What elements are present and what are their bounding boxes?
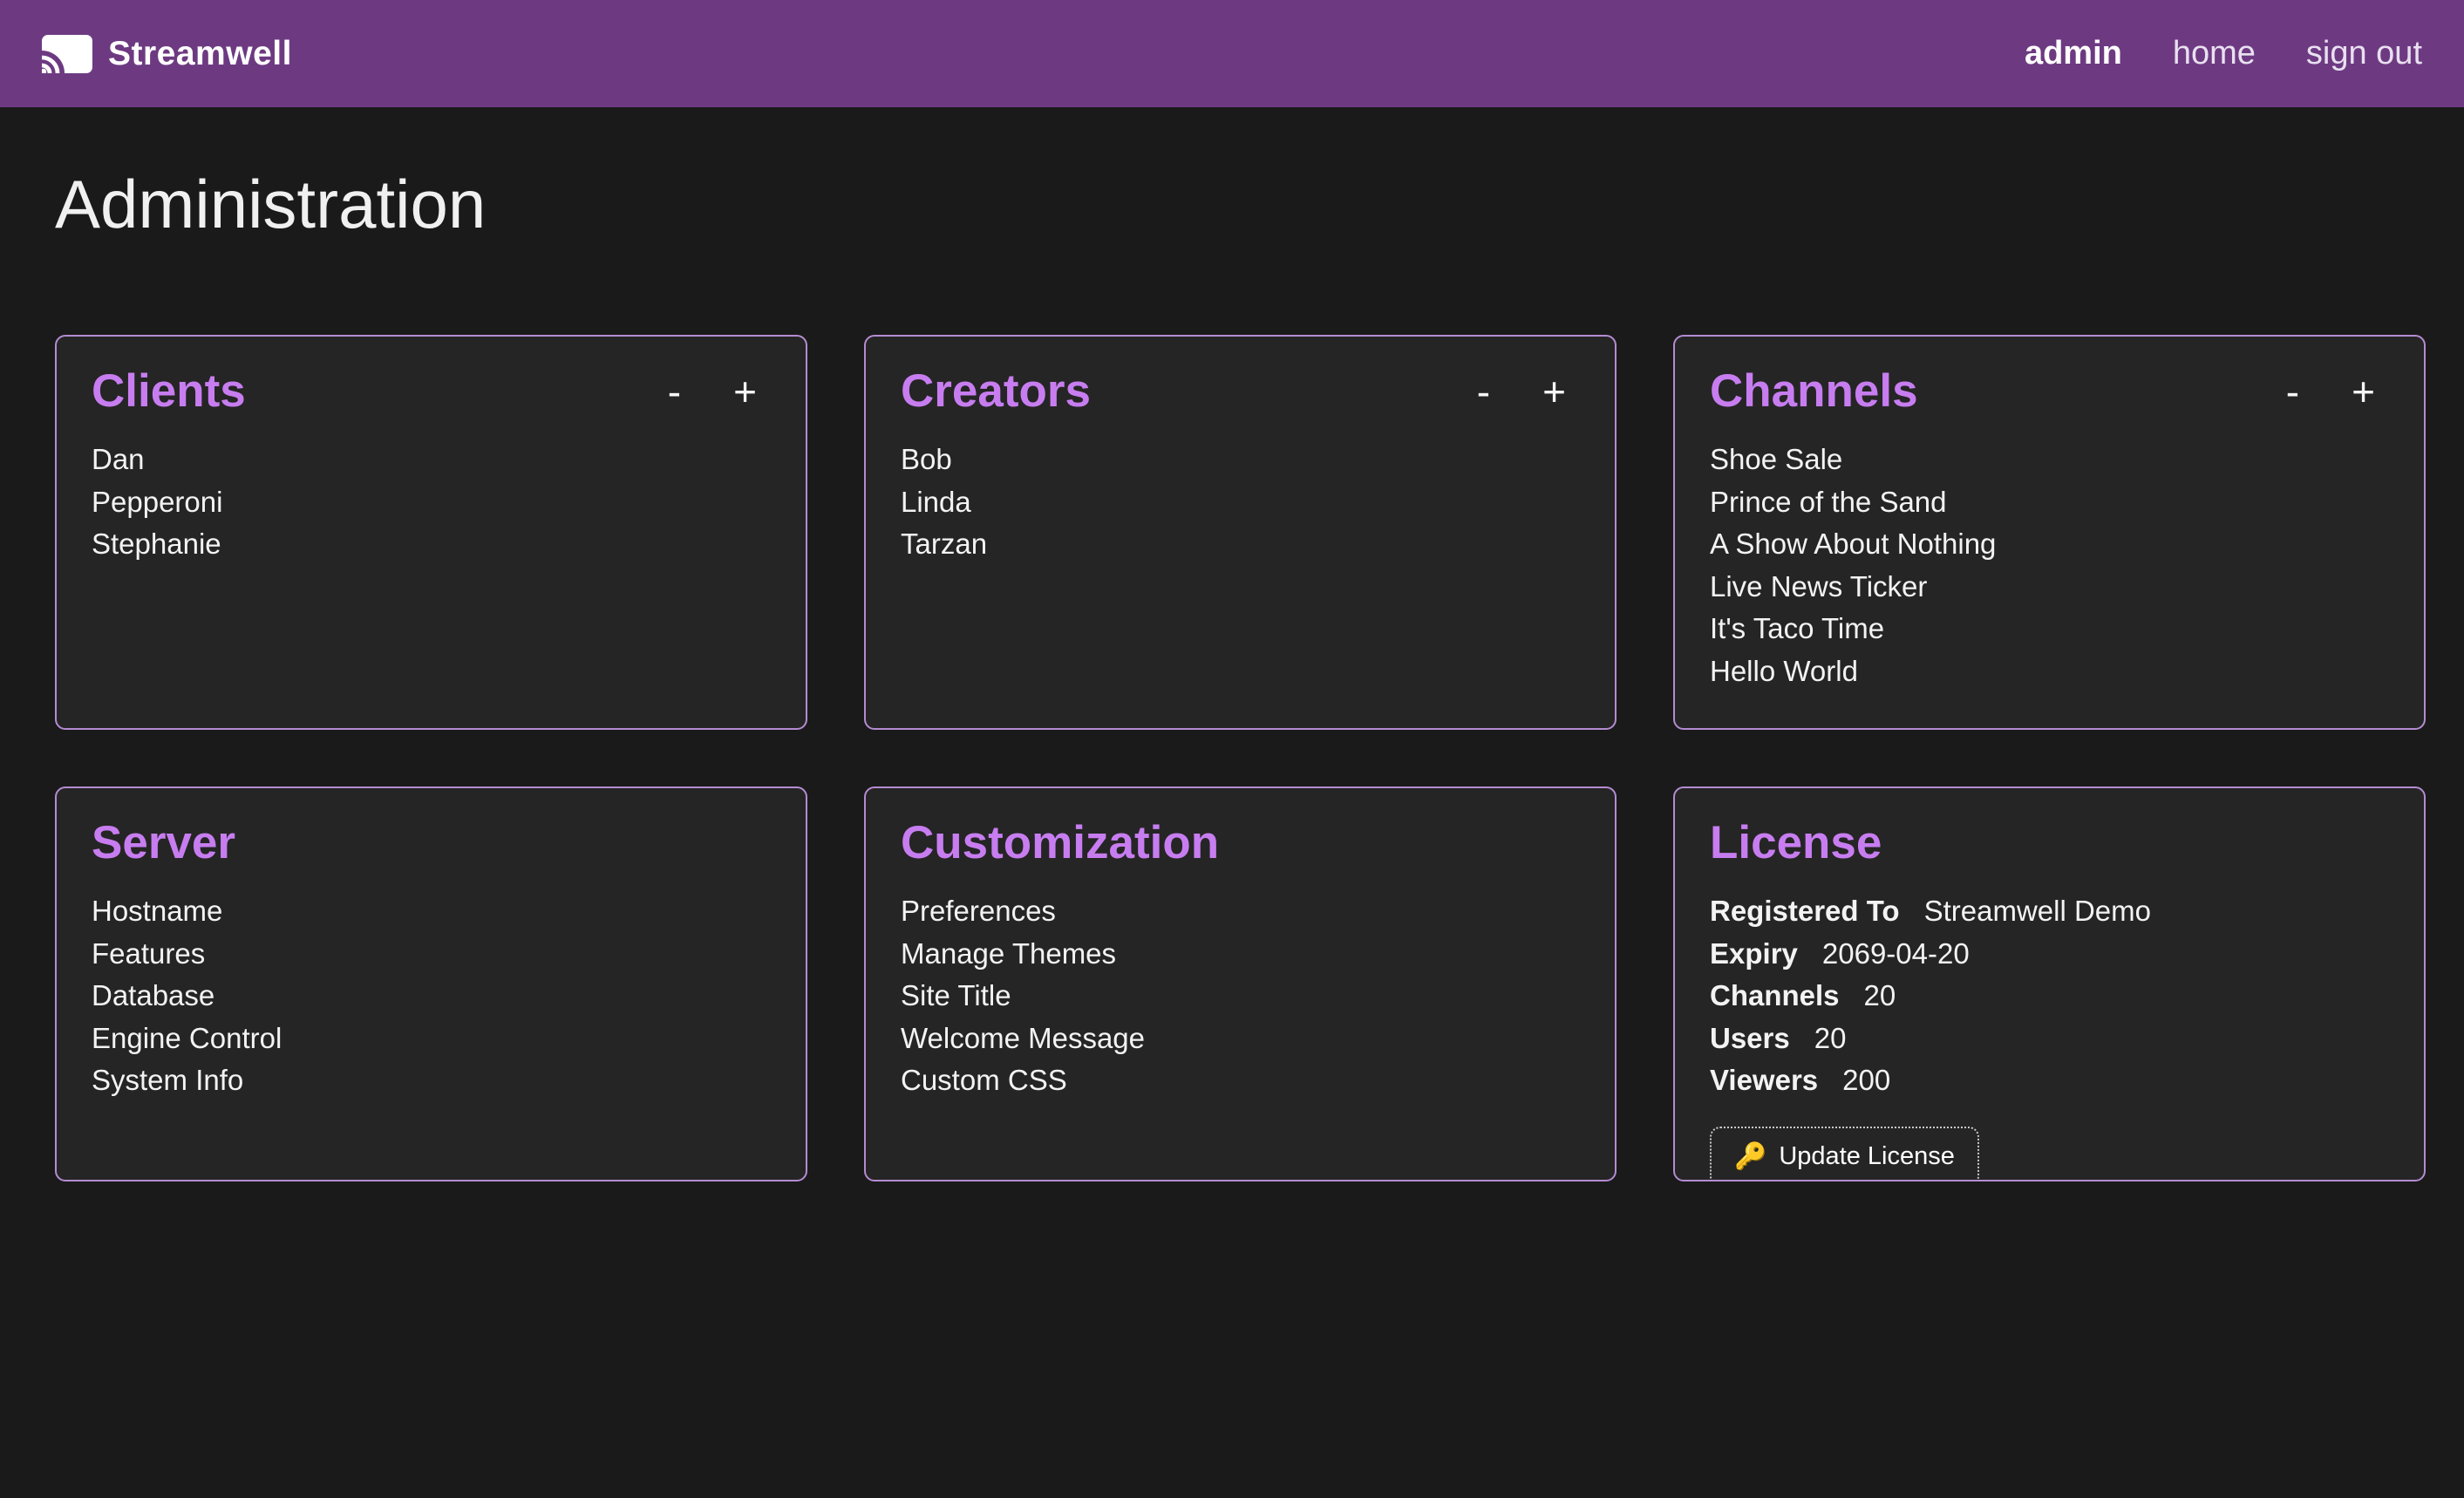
- update-license-label: Update License: [1779, 1142, 1955, 1171]
- list-item[interactable]: Stephanie: [92, 523, 771, 566]
- key-icon: 🔑: [1734, 1141, 1766, 1172]
- license-field-value: 200: [1842, 1064, 1890, 1096]
- list-item[interactable]: Linda: [901, 481, 1580, 524]
- clients-card-title: Clients: [92, 364, 246, 418]
- clients-remove-button[interactable]: -: [668, 371, 681, 412]
- license-field-label: Viewers: [1710, 1064, 1818, 1096]
- license-field-value: Streamwell Demo: [1924, 895, 2151, 927]
- license-row-registered-to: Registered To Streamwell Demo: [1710, 890, 2389, 933]
- clients-card-controls: - +: [668, 371, 771, 412]
- list-item[interactable]: Bob: [901, 439, 1580, 481]
- list-item[interactable]: Hello World: [1710, 650, 2389, 693]
- creators-card-title: Creators: [901, 364, 1091, 418]
- card-grid: Clients - + Dan Pepperoni Stephanie Crea…: [55, 335, 2426, 1181]
- customization-card: Customization Preferences Manage Themes …: [864, 786, 1617, 1181]
- license-row-users: Users 20: [1710, 1018, 2389, 1060]
- navbar: Streamwell admin home sign out: [0, 0, 2464, 107]
- license-card: License Registered To Streamwell Demo Exp…: [1673, 786, 2426, 1181]
- list-item[interactable]: Features: [92, 933, 771, 976]
- list-item[interactable]: Prince of the Sand: [1710, 481, 2389, 524]
- license-row-expiry: Expiry 2069-04-20: [1710, 933, 2389, 976]
- cast-icon: [42, 35, 92, 73]
- list-item[interactable]: Tarzan: [901, 523, 1580, 566]
- list-item[interactable]: System Info: [92, 1059, 771, 1102]
- license-fields: Registered To Streamwell Demo Expiry 2069-…: [1710, 890, 2389, 1102]
- list-item[interactable]: It's Taco Time: [1710, 608, 2389, 650]
- channels-add-button[interactable]: +: [2352, 371, 2375, 412]
- license-field-value: 20: [1814, 1022, 1847, 1054]
- nav-item-home[interactable]: home: [2173, 35, 2256, 72]
- nav-links: admin home sign out: [2025, 35, 2422, 72]
- brand-name: Streamwell: [108, 35, 292, 73]
- creators-card: Creators - + Bob Linda Tarzan: [864, 335, 1617, 730]
- list-item[interactable]: Shoe Sale: [1710, 439, 2389, 481]
- list-item[interactable]: A Show About Nothing: [1710, 523, 2389, 566]
- customization-card-header: Customization: [901, 816, 1580, 869]
- license-field-label: Users: [1710, 1022, 1790, 1054]
- clients-card: Clients - + Dan Pepperoni Stephanie: [55, 335, 807, 730]
- server-card: Server Hostname Features Database Engine…: [55, 786, 807, 1181]
- clients-card-header: Clients - +: [92, 364, 771, 418]
- creators-remove-button[interactable]: -: [1477, 371, 1490, 412]
- license-field-label: Expiry: [1710, 937, 1798, 970]
- clients-add-button[interactable]: +: [733, 371, 757, 412]
- clients-list: Dan Pepperoni Stephanie: [92, 439, 771, 566]
- channels-card-controls: - +: [2286, 371, 2389, 412]
- license-card-title: License: [1710, 816, 1882, 869]
- customization-list: Preferences Manage Themes Site Title Wel…: [901, 890, 1580, 1102]
- license-field-label: Registered To: [1710, 895, 1900, 927]
- list-item[interactable]: Welcome Message: [901, 1018, 1580, 1060]
- channels-remove-button[interactable]: -: [2286, 371, 2299, 412]
- license-card-header: License: [1710, 816, 2389, 869]
- server-card-title: Server: [92, 816, 235, 869]
- admin-page: Administration Clients - + Dan Pepperoni…: [0, 165, 2464, 1181]
- list-item[interactable]: Live News Ticker: [1710, 566, 2389, 609]
- license-row-viewers: Viewers 200: [1710, 1059, 2389, 1102]
- creators-card-controls: - +: [1477, 371, 1580, 412]
- license-field-value: 20: [1864, 979, 1896, 1011]
- list-item[interactable]: Hostname: [92, 890, 771, 933]
- list-item[interactable]: Preferences: [901, 890, 1580, 933]
- list-item[interactable]: Site Title: [901, 975, 1580, 1018]
- channels-list: Shoe Sale Prince of the Sand A Show Abou…: [1710, 439, 2389, 692]
- license-row-channels: Channels 20: [1710, 975, 2389, 1018]
- creators-card-header: Creators - +: [901, 364, 1580, 418]
- channels-card-title: Channels: [1710, 364, 1918, 418]
- list-item[interactable]: Dan: [92, 439, 771, 481]
- creators-add-button[interactable]: +: [1542, 371, 1566, 412]
- server-card-header: Server: [92, 816, 771, 869]
- license-field-label: Channels: [1710, 979, 1840, 1011]
- server-list: Hostname Features Database Engine Contro…: [92, 890, 771, 1102]
- creators-list: Bob Linda Tarzan: [901, 439, 1580, 566]
- list-item[interactable]: Manage Themes: [901, 933, 1580, 976]
- update-license-button[interactable]: 🔑 Update License: [1710, 1127, 1979, 1182]
- channels-card-header: Channels - +: [1710, 364, 2389, 418]
- page-title: Administration: [55, 165, 2426, 244]
- list-item[interactable]: Pepperoni: [92, 481, 771, 524]
- nav-item-admin[interactable]: admin: [2025, 35, 2122, 72]
- list-item[interactable]: Database: [92, 975, 771, 1018]
- channels-card: Channels - + Shoe Sale Prince of the San…: [1673, 335, 2426, 730]
- license-field-value: 2069-04-20: [1822, 937, 1970, 970]
- brand[interactable]: Streamwell: [42, 35, 292, 73]
- list-item[interactable]: Engine Control: [92, 1018, 771, 1060]
- nav-item-sign-out[interactable]: sign out: [2306, 35, 2422, 72]
- customization-card-title: Customization: [901, 816, 1219, 869]
- list-item[interactable]: Custom CSS: [901, 1059, 1580, 1102]
